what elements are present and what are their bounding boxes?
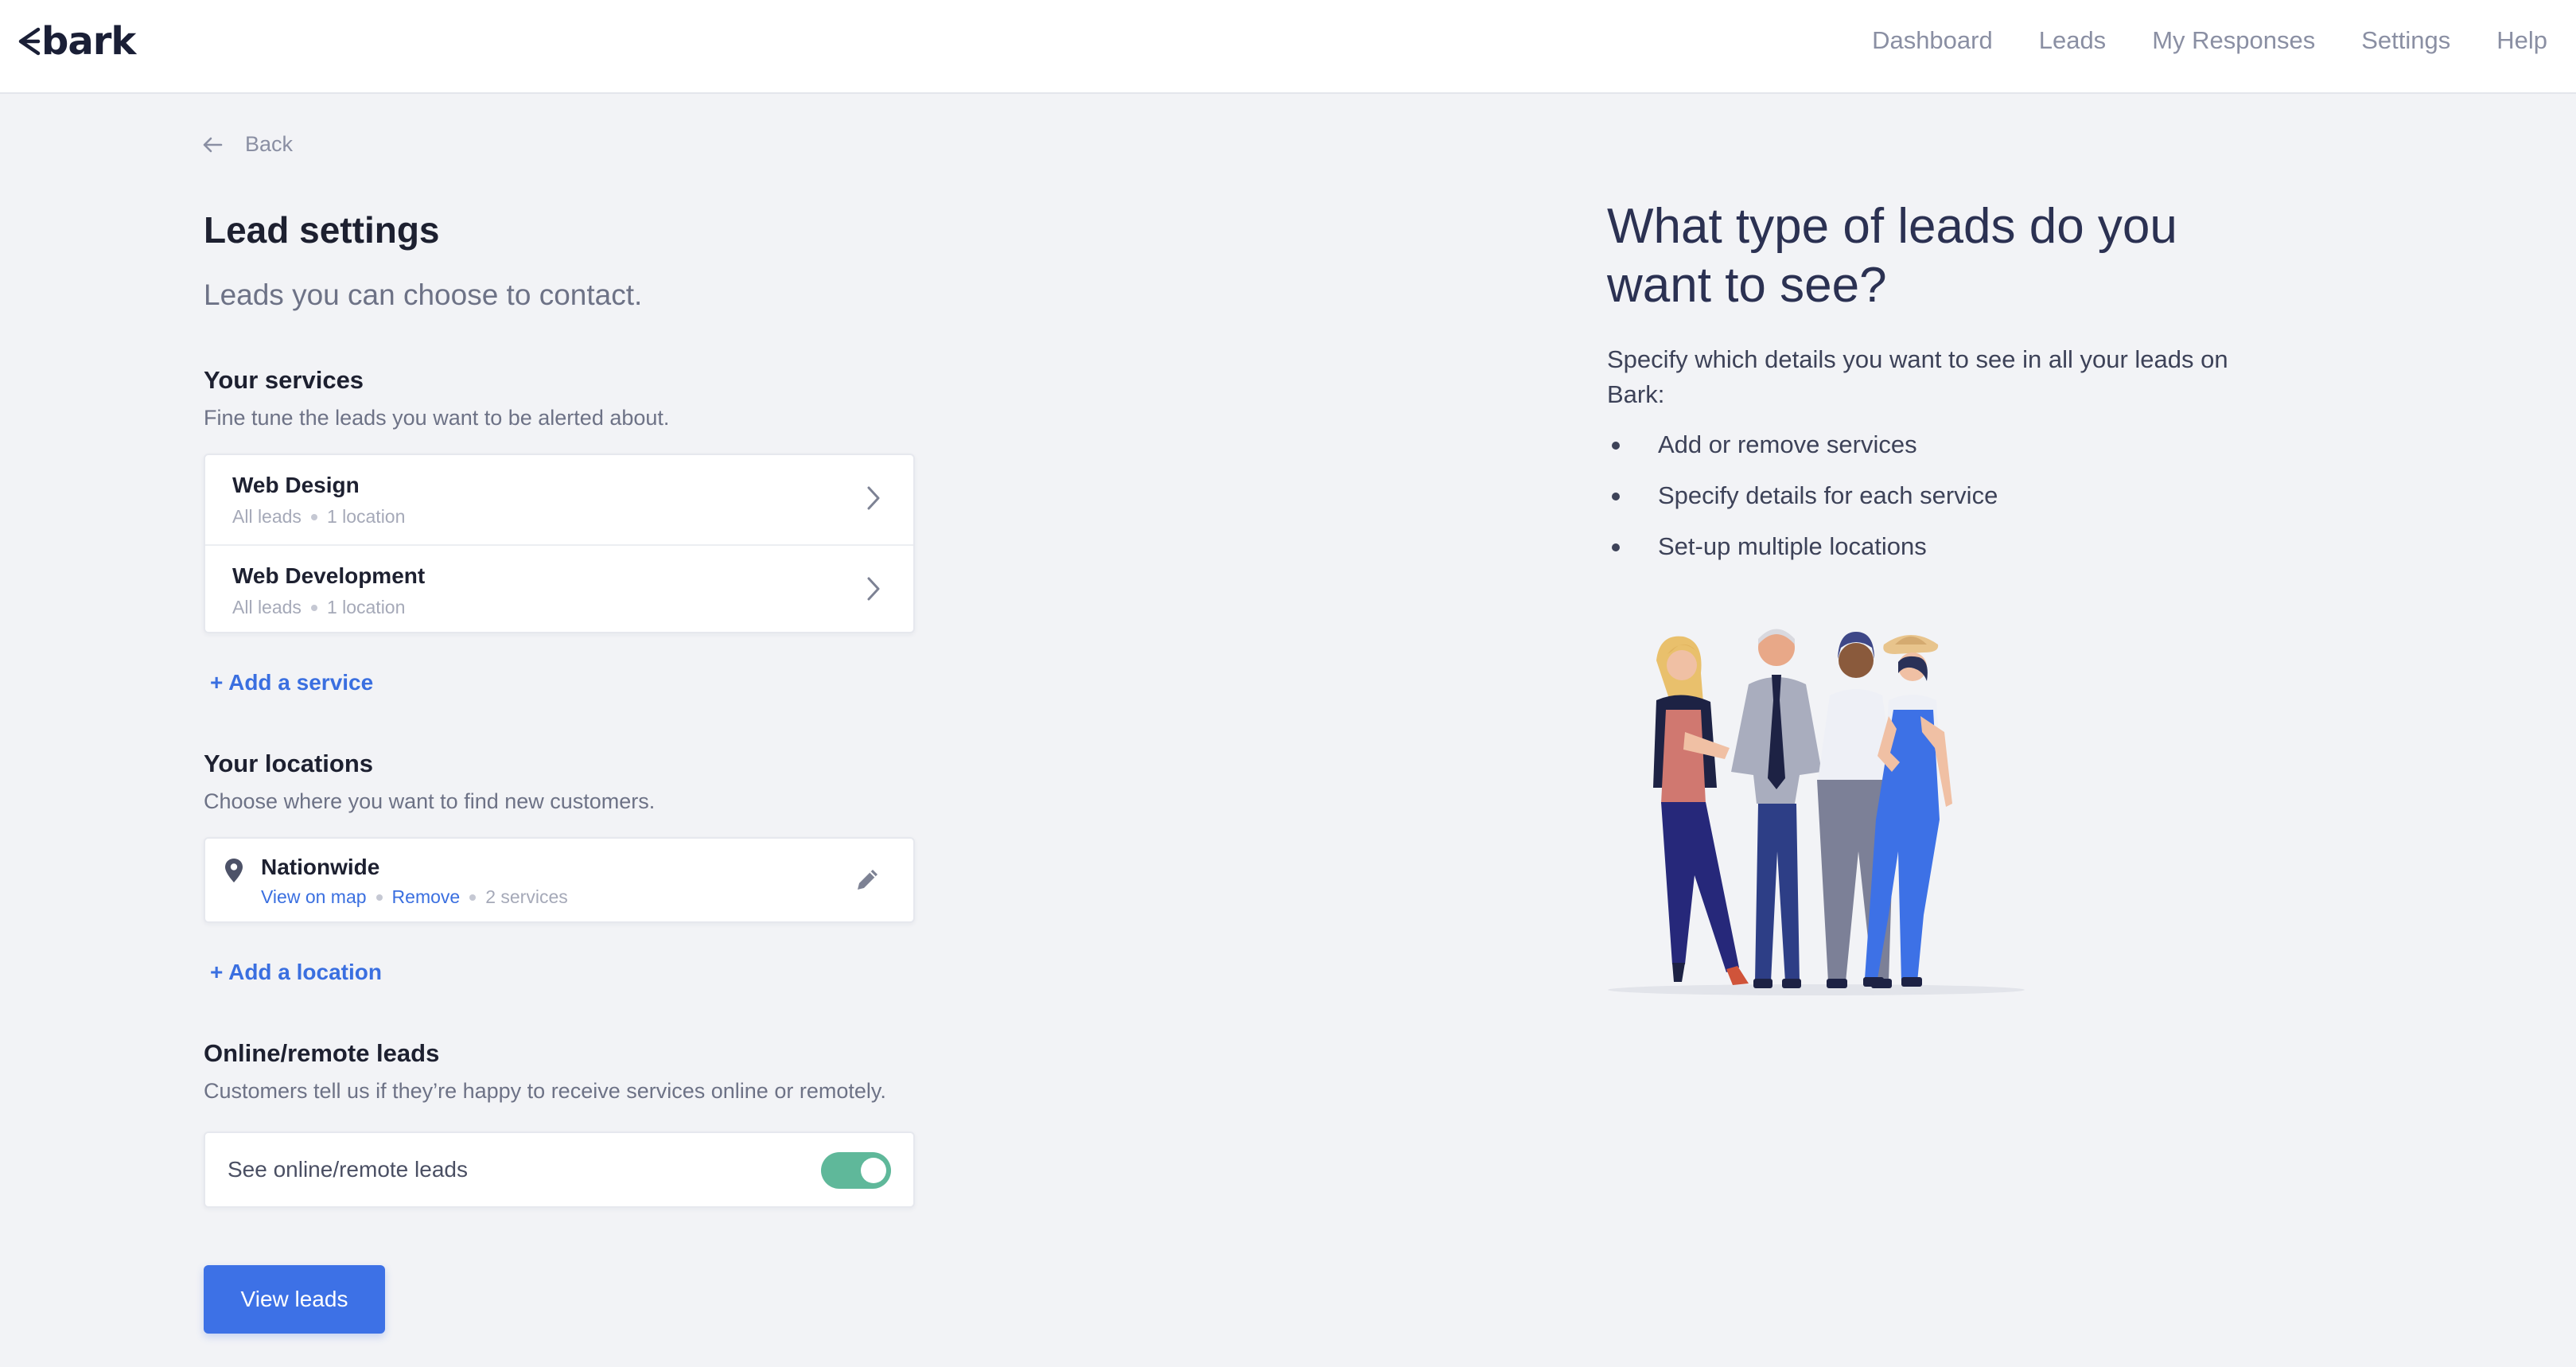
nav-leads[interactable]: Leads [2039,26,2106,55]
promo-bullets: Add or remove services Specify details f… [1607,425,1998,578]
back-label: Back [245,132,294,156]
locations-heading: Your locations [204,750,374,777]
online-heading: Online/remote leads [204,1039,440,1067]
map-pin-icon [225,859,243,882]
top-navigation-bar: bark Dashboard Leads My Responses Settin… [0,0,2576,94]
promo-description: Specify which details you want to see in… [1607,345,2228,408]
location-name: Nationwide [261,855,380,879]
toggle-knob [861,1158,886,1183]
location-meta: View on map Remove 2 services [261,886,568,908]
services-heading: Your services [204,366,364,394]
promo-bullet: Specify details for each service [1607,476,1998,527]
page-subtitle: Leads you can choose to contact. [204,278,643,311]
pencil-icon[interactable] [854,866,881,893]
online-toggle-label: See online/remote leads [228,1157,468,1182]
services-description: Fine tune the leads you want to be alert… [204,406,670,430]
separator-dot [310,513,317,520]
location-services-count: 2 services [485,886,568,907]
nav-settings[interactable]: Settings [2361,26,2450,55]
people-illustration [1608,629,2025,995]
locations-description: Choose where you want to find new custom… [204,789,656,813]
service-meta: All leads 1 location [232,506,405,528]
chevron-right-icon [867,577,880,601]
service-row[interactable]: Web Development All leads 1 location [205,544,913,633]
online-leads-toggle[interactable] [821,1152,891,1189]
service-locations: 1 location [326,506,406,527]
page-title: Lead settings [204,209,440,251]
add-service-link[interactable]: + Add a service [210,670,373,695]
chevron-right-icon [867,486,880,510]
arrow-left-icon [203,137,223,152]
back-link[interactable]: Back [202,132,293,157]
bark-logo[interactable]: bark [18,18,136,65]
promo-title: What type of leads do you want to see? [1607,199,2177,313]
bark-logo-icon [18,27,41,56]
remove-location-link[interactable]: Remove [392,886,461,908]
online-toggle-card: See online/remote leads [204,1131,915,1208]
nav-dashboard[interactable]: Dashboard [1872,26,1993,55]
promo-bullet: Add or remove services [1607,425,1998,476]
main-nav: Dashboard Leads My Responses Settings He… [1872,22,2547,59]
add-location-link[interactable]: + Add a location [210,960,382,985]
location-card: Nationwide View on map Remove 2 services [204,837,915,923]
service-leads: All leads [232,597,302,617]
service-leads: All leads [232,506,302,527]
services-card: Web Design All leads 1 location Web Deve… [204,454,915,633]
separator-dot [469,894,477,901]
service-row[interactable]: Web Design All leads 1 location [205,455,913,544]
promo-bullet: Set-up multiple locations [1607,527,1998,578]
service-name: Web Development [232,563,426,588]
online-description: Customers tell us if they’re happy to re… [204,1079,886,1103]
logo-text: bark [41,19,136,64]
separator-dot [310,604,317,611]
service-name: Web Design [232,473,360,497]
service-meta: All leads 1 location [232,597,405,618]
separator-dot [376,894,383,901]
nav-help[interactable]: Help [2496,26,2547,55]
nav-my-responses[interactable]: My Responses [2152,26,2315,55]
view-on-map-link[interactable]: View on map [261,886,367,908]
view-leads-button[interactable]: View leads [204,1265,385,1334]
service-locations: 1 location [326,597,406,617]
